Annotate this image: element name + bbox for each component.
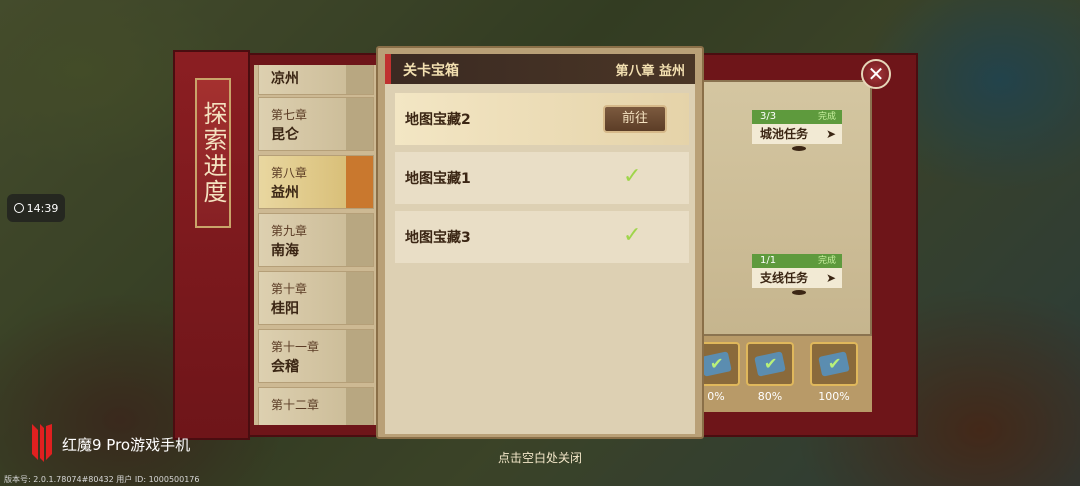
chapter-item[interactable]: 第七章 昆仑 (258, 97, 374, 151)
modal-body: 关卡宝箱 第八章 益州 地图宝藏2 前往 地图宝藏1 ✓ 地图宝藏3 ✓ (385, 54, 695, 434)
modal-title: 关卡宝箱 (403, 63, 459, 79)
reward-chest[interactable]: ✔ (746, 342, 794, 386)
chapter-name: 益州 (271, 185, 299, 201)
modal-header: 关卡宝箱 第八章 益州 (385, 54, 695, 84)
side-task[interactable]: 1/1 完成 支线任务 ➤ (752, 254, 844, 295)
task-status: 完成 (817, 256, 836, 266)
chapter-tab (346, 214, 373, 266)
chapter-tab (346, 98, 373, 150)
chapter-name: 昆仑 (271, 127, 299, 143)
task-count: 1/1 完成 (752, 254, 842, 268)
task-status: 完成 (817, 112, 836, 122)
check-icon: ✔ (828, 354, 842, 373)
map-pin-icon (792, 290, 806, 295)
chapter-number: 第八章 (271, 166, 308, 180)
reward-strip: ✔ 0% ✔ 80% ✔ 100% (692, 336, 872, 412)
reward-percent: 100% (818, 390, 850, 403)
explore-panel: 探索进度 (173, 50, 250, 440)
chapter-item[interactable]: 第十一章 会稽 (258, 329, 374, 383)
city-task[interactable]: 3/3 完成 城池任务 ➤ (752, 110, 844, 151)
chapter-tab (346, 388, 373, 425)
treasure-name: 地图宝藏1 (405, 171, 471, 187)
device-watermark: 红魔9 Pro游戏手机 (28, 420, 228, 470)
chapter-tab (346, 65, 373, 94)
reward-chest[interactable]: ✔ (810, 342, 858, 386)
close-icon: ✕ (867, 62, 885, 86)
watermark-text: 红魔9 Pro游戏手机 (62, 436, 191, 454)
chapter-name: 凉州 (271, 71, 299, 87)
treasure-name: 地图宝藏3 (405, 230, 471, 246)
check-icon: ✓ (623, 223, 642, 248)
chapter-item[interactable]: 第九章 南海 (258, 213, 374, 267)
chapter-number: 第十二章 (271, 398, 320, 412)
time-label: 14:39 (26, 201, 59, 215)
task-count-value: 3/3 (760, 111, 777, 122)
explore-title: 探索进度 (195, 78, 231, 228)
chapter-name: 南海 (271, 243, 299, 259)
treasure-item: 地图宝藏2 前往 (395, 93, 689, 145)
chapter-number: 第七章 (271, 108, 308, 122)
arrow-right-icon: ➤ (825, 127, 836, 141)
close-hint: 点击空白处关闭 (497, 451, 582, 465)
go-button[interactable]: 前往 (603, 105, 667, 133)
task-label-text: 城池任务 (760, 127, 809, 141)
check-icon: ✔ (764, 354, 778, 373)
chapter-tab (346, 272, 373, 324)
chapter-tab (346, 330, 373, 382)
chapter-tab (346, 156, 373, 208)
treasure-item: 地图宝藏1 ✓ (395, 152, 689, 204)
chapter-name: 会稽 (271, 359, 299, 375)
check-icon: ✓ (623, 164, 642, 189)
task-label: 城池任务 ➤ (752, 124, 842, 144)
chapter-name: 桂阳 (271, 301, 299, 317)
chapter-number: 第十一章 (271, 340, 320, 354)
level-chest-modal: 关卡宝箱 第八章 益州 地图宝藏2 前往 地图宝藏1 ✓ 地图宝藏3 ✓ (376, 46, 704, 439)
clock-icon (13, 203, 24, 213)
version-info: 版本号: 2.0.1.78074#80432 用户 ID: 1000500176 (4, 475, 200, 484)
check-icon: ✔ (710, 354, 724, 373)
red-magic-logo-icon (32, 424, 52, 462)
task-label: 支线任务 ➤ (752, 268, 842, 288)
chapter-list[interactable]: 凉州 第七章 昆仑 第八章 益州 第九章 南海 第十章 桂阳 第十一章 会稽 第… (254, 65, 378, 425)
treasure-name: 地图宝藏2 (405, 112, 471, 128)
chapter-item-active[interactable]: 第八章 益州 (258, 155, 374, 209)
task-count-value: 1/1 (760, 255, 777, 266)
treasure-item: 地图宝藏3 ✓ (395, 211, 689, 263)
time-badge: 14:39 (7, 194, 65, 222)
close-button[interactable]: ✕ (861, 59, 891, 89)
chapter-item[interactable]: 凉州 (258, 65, 374, 95)
chapter-item[interactable]: 第十章 桂阳 (258, 271, 374, 325)
modal-chapter: 第八章 益州 (615, 64, 685, 79)
chapter-number: 第十章 (271, 282, 308, 296)
chapter-number: 第九章 (271, 224, 308, 238)
map-pin-icon (792, 146, 806, 151)
task-count: 3/3 完成 (752, 110, 842, 124)
task-label-text: 支线任务 (760, 271, 809, 285)
reward-percent: 80% (757, 390, 783, 403)
chapter-mini-map: 3/3 完成 城池任务 ➤ 1/1 完成 支线任务 ➤ (700, 80, 872, 336)
chapter-item[interactable]: 第十二章 (258, 387, 374, 425)
arrow-right-icon: ➤ (825, 271, 836, 285)
